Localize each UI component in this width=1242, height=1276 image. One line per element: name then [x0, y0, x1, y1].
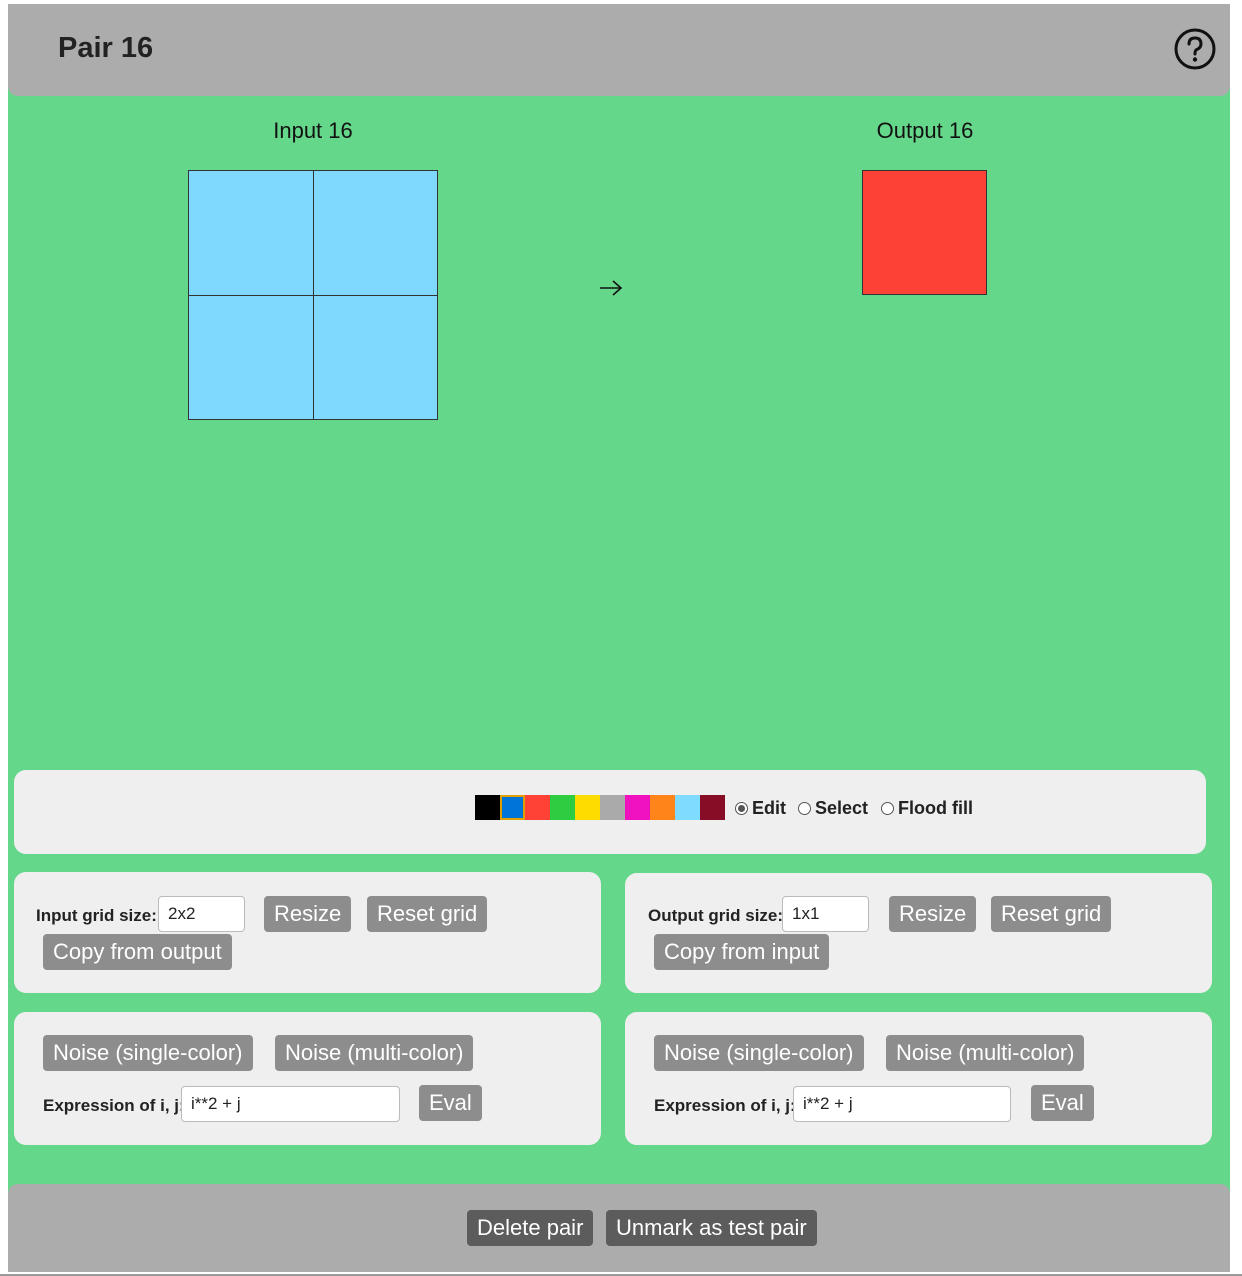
input-noise-multi-button[interactable]: Noise (multi-color) — [275, 1035, 474, 1071]
output-grid[interactable] — [862, 170, 987, 295]
output-noise-panel — [625, 1012, 1212, 1145]
color-swatch[interactable] — [575, 795, 600, 820]
grid-cell[interactable] — [189, 171, 314, 296]
input-resize-button[interactable]: Resize — [264, 896, 352, 932]
edit-radio[interactable] — [735, 802, 748, 815]
color-swatch[interactable] — [700, 795, 725, 820]
mode-edit-label: Edit — [752, 798, 786, 818]
output-expression-field[interactable] — [793, 1086, 1011, 1122]
pair-footer: Delete pair Unmark as test pair — [8, 1184, 1230, 1272]
color-swatch[interactable] — [525, 795, 550, 820]
output-grid-title: Output 16 — [876, 118, 974, 143]
output-reset-grid-button[interactable]: Reset grid — [991, 896, 1112, 932]
input-reset-grid-button[interactable]: Reset grid — [367, 896, 488, 932]
pair-header: Pair 16 — [8, 4, 1230, 96]
mode-flood-fill-label: Flood fill — [898, 798, 973, 818]
color-swatch[interactable] — [675, 795, 700, 820]
grid-cell[interactable] — [313, 295, 438, 420]
color-swatch[interactable] — [600, 795, 625, 820]
input-size-panel — [14, 872, 601, 993]
color-palette — [475, 795, 725, 820]
grid-cell[interactable] — [863, 171, 987, 295]
flood-fill-radio[interactable] — [881, 802, 894, 815]
input-noise-single-button[interactable]: Noise (single-color) — [43, 1035, 253, 1071]
mode-edit[interactable]: Edit — [735, 798, 786, 819]
output-size-field[interactable] — [782, 896, 869, 932]
output-eval-button[interactable]: Eval — [1031, 1085, 1094, 1121]
page-title: Pair 16 — [58, 32, 154, 64]
input-size-label: Input grid size: — [36, 906, 157, 925]
grid-cell[interactable] — [189, 295, 314, 420]
input-grid-title: Input 16 — [273, 118, 353, 143]
output-size-panel — [625, 873, 1212, 993]
mode-select[interactable]: Select — [798, 798, 868, 819]
input-eval-button[interactable]: Eval — [419, 1085, 482, 1121]
output-noise-multi-button[interactable]: Noise (multi-color) — [886, 1035, 1085, 1071]
color-swatch[interactable] — [500, 795, 525, 820]
copy-from-input-button[interactable]: Copy from input — [654, 934, 830, 970]
question-circle-icon[interactable] — [1174, 28, 1216, 70]
output-resize-button[interactable]: Resize — [889, 896, 977, 932]
color-swatch[interactable] — [625, 795, 650, 820]
select-radio[interactable] — [798, 802, 811, 815]
copy-from-output-button[interactable]: Copy from output — [43, 934, 232, 970]
output-expression-label: Expression of i, j: — [654, 1096, 796, 1115]
color-swatch[interactable] — [650, 795, 675, 820]
input-expression-field[interactable] — [181, 1086, 400, 1122]
delete-pair-button[interactable]: Delete pair — [467, 1210, 594, 1246]
input-noise-panel — [14, 1012, 601, 1145]
mode-select-label: Select — [815, 798, 869, 818]
output-size-label: Output grid size: — [648, 906, 784, 925]
pair-editor: Pair 16 Input 16 Output 16 Edit Select F… — [8, 4, 1230, 1272]
unmark-test-pair-button[interactable]: Unmark as test pair — [606, 1210, 817, 1246]
color-swatch[interactable] — [475, 795, 500, 820]
output-noise-single-button[interactable]: Noise (single-color) — [654, 1035, 864, 1071]
input-grid[interactable] — [188, 170, 438, 420]
color-swatch[interactable] — [550, 795, 575, 820]
input-size-field[interactable] — [158, 896, 245, 932]
mode-flood-fill[interactable]: Flood fill — [881, 798, 973, 819]
right-arrow-icon — [600, 280, 623, 296]
input-expression-label: Expression of i, j: — [43, 1096, 185, 1115]
grid-cell[interactable] — [313, 171, 438, 296]
